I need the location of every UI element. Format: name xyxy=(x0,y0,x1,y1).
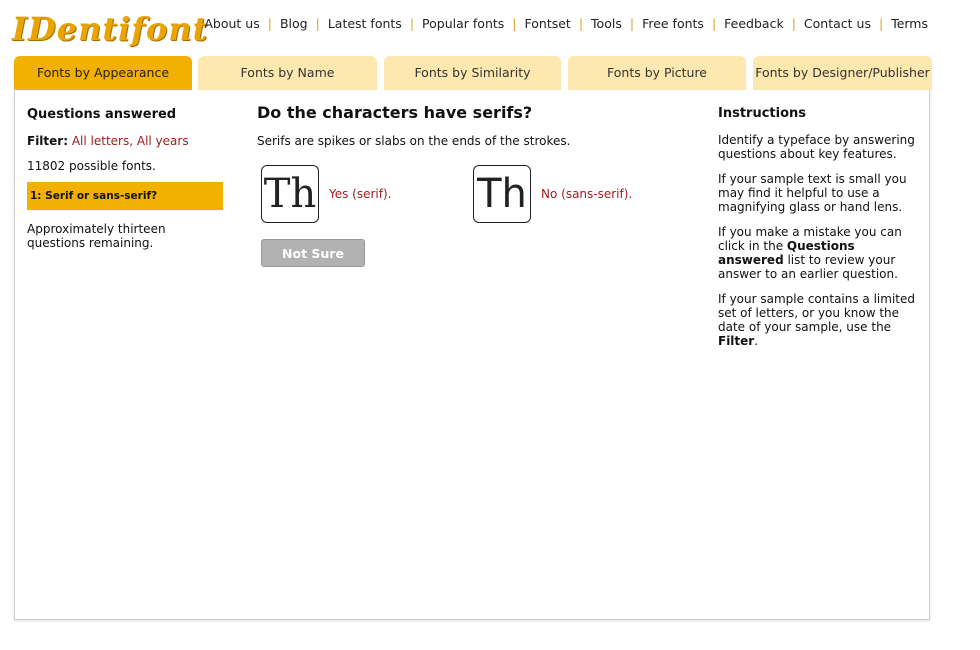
instructions-paragraph-2: If your sample text is small you may fin… xyxy=(718,172,907,214)
tab-bar: Fonts by Appearance Fonts by Name Fonts … xyxy=(14,56,932,90)
nav-contact-us[interactable]: Contact us xyxy=(804,16,871,31)
filter-emphasis: Filter xyxy=(718,334,755,348)
instructions-paragraph-1: Identify a typeface by answering questio… xyxy=(718,133,915,161)
instructions-text: . xyxy=(754,334,759,348)
nav-separator: | xyxy=(711,16,717,31)
tab-fonts-by-appearance[interactable]: Fonts by Appearance xyxy=(14,56,192,90)
instructions-heading: Instructions xyxy=(718,106,807,121)
nav-separator: | xyxy=(409,16,415,31)
nav-popular-fonts[interactable]: Popular fonts xyxy=(422,16,504,31)
instructions-paragraph-4: If your sample contains a limited set of… xyxy=(718,292,918,348)
answer-yes-label[interactable]: Yes (serif). xyxy=(329,187,392,201)
nav-blog[interactable]: Blog xyxy=(280,16,308,31)
top-navigation: About us | Blog | Latest fonts | Popular fonts… xyxy=(204,16,928,31)
filter-label: Filter: xyxy=(27,134,69,148)
filter-line: Filter: All letters, All years xyxy=(27,134,223,148)
sans-serif-sample-image[interactable]: Th xyxy=(473,165,531,223)
answer-no-label[interactable]: No (sans-serif). xyxy=(541,187,632,201)
tab-fonts-by-picture[interactable]: Fonts by Picture xyxy=(568,56,746,90)
question-area: Do the characters have serifs? Serifs ar… xyxy=(257,103,697,267)
nav-latest-fonts[interactable]: Latest fonts xyxy=(328,16,402,31)
nav-fontset[interactable]: Fontset xyxy=(525,16,571,31)
serif-sample-image[interactable]: Th xyxy=(261,165,319,223)
possible-fonts-count: 11802 possible fonts. xyxy=(27,159,156,173)
answered-question-item[interactable]: 1: Serif or sans-serif? xyxy=(27,182,223,210)
main-panel: Questions answered Filter: All letters, … xyxy=(14,89,930,620)
nav-separator: | xyxy=(878,16,884,31)
nav-separator: | xyxy=(791,16,796,31)
nav-separator: | xyxy=(578,16,584,31)
nav-about-us[interactable]: About us xyxy=(204,16,259,31)
questions-sidebar: Questions answered Filter: All letters, … xyxy=(27,107,223,250)
answer-no-sans-serif[interactable]: Th No (sans-serif). xyxy=(473,165,632,223)
nav-free-fonts[interactable]: Free fonts xyxy=(642,16,704,31)
tab-fonts-by-name[interactable]: Fonts by Name xyxy=(198,56,377,90)
instructions-paragraph-3: If you make a mistake you can click in t… xyxy=(718,225,918,281)
nav-separator: | xyxy=(267,16,272,31)
answer-yes-serif[interactable]: Th Yes (serif). xyxy=(261,165,392,223)
remaining-questions-text: Approximately thirteen questions remaini… xyxy=(27,222,166,250)
instructions-panel: Instructions Identify a typeface by answ… xyxy=(718,107,918,359)
nav-separator: | xyxy=(315,16,320,31)
filter-value-link[interactable]: All letters, All years xyxy=(72,134,189,148)
questions-answered-heading: Questions answered xyxy=(27,107,177,122)
question-title: Do the characters have serifs? xyxy=(257,103,533,122)
tab-fonts-by-similarity[interactable]: Fonts by Similarity xyxy=(384,56,561,90)
question-description: Serifs are spikes or slabs on the ends o… xyxy=(257,134,571,148)
tab-fonts-by-designer-publisher[interactable]: Fonts by Designer/Publisher xyxy=(753,56,932,90)
not-sure-button[interactable]: Not Sure xyxy=(261,239,365,267)
nav-tools[interactable]: Tools xyxy=(591,16,622,31)
nav-feedback[interactable]: Feedback xyxy=(724,16,784,31)
nav-separator: | xyxy=(629,16,635,31)
nav-separator: | xyxy=(512,16,517,31)
nav-terms[interactable]: Terms xyxy=(891,16,928,31)
instructions-text: If your sample contains a limited set of… xyxy=(718,292,915,334)
identifont-logo[interactable]: IDentifont xyxy=(12,6,207,52)
